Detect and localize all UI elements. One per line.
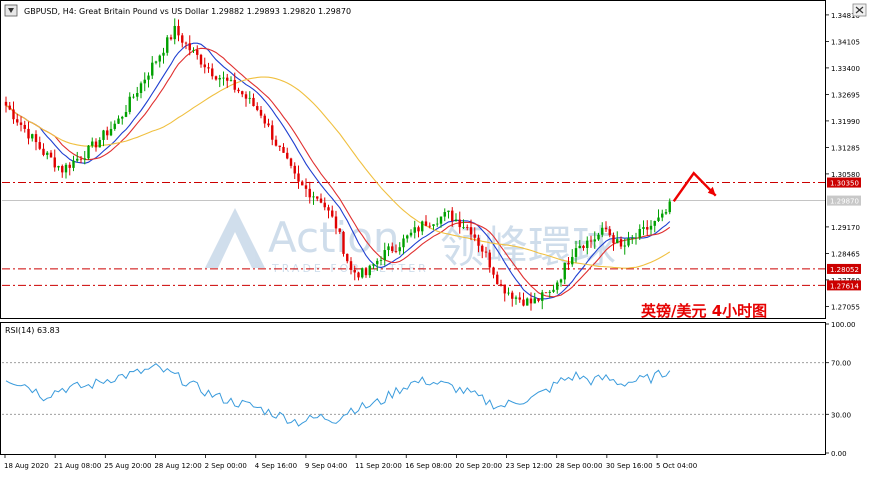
- price-tick-label: 1.33400: [831, 65, 860, 73]
- time-tick-label: 4 Sep 16:00: [255, 462, 297, 470]
- symbol-title: GBPUSD, H4: Great Britain Pound vs US Do…: [24, 7, 351, 16]
- price-tick-label: 1.31285: [831, 144, 860, 152]
- time-tick-label: 16 Sep 08:00: [405, 462, 452, 470]
- rsi-panel-frame: [0, 322, 826, 455]
- level-price-label: 1.30350: [830, 180, 859, 188]
- price-tick-label: 1.31990: [831, 118, 860, 126]
- watermark-brand-en: Action: [268, 213, 400, 262]
- level-price-label: 1.27614: [830, 282, 859, 290]
- time-tick-label: 18 Aug 2020: [4, 462, 49, 470]
- rsi-panel-title: RSI(14) 63.83: [5, 326, 60, 335]
- time-tick-label: 25 Aug 20:00: [104, 462, 151, 470]
- chart-annotation-title: 英镑/美元 4小时图: [641, 302, 767, 320]
- price-tick-label: 1.34105: [831, 38, 860, 46]
- time-tick-label: 5 Oct 04:00: [656, 462, 697, 470]
- price-axis: 1.348101.341051.334001.326951.319901.312…: [825, 12, 861, 311]
- current-price-label: 1.29870: [830, 198, 859, 206]
- time-tick-label: 21 Aug 08:00: [54, 462, 101, 470]
- time-tick-label: 28 Aug 12:00: [154, 462, 201, 470]
- level-price-label: 1.28052: [830, 266, 859, 274]
- time-tick-label: 28 Sep 00:00: [556, 462, 603, 470]
- chart-close-button[interactable]: [852, 3, 867, 17]
- time-tick-label: 23 Sep 12:00: [506, 462, 553, 470]
- rsi-tick-label: 0.00: [831, 450, 847, 458]
- chart-svg: Action TRADE FOR BETTER 领峰環球 1.348101.34…: [0, 0, 867, 470]
- time-tick-label: 30 Sep 16:00: [606, 462, 653, 470]
- candle: [342, 230, 345, 257]
- time-tick-label: 9 Sep 04:00: [305, 462, 347, 470]
- candle: [361, 267, 364, 279]
- price-tick-label: 1.29170: [831, 224, 860, 232]
- rsi-tick-label: 30.00: [831, 411, 851, 419]
- chart-window: Action TRADE FOR BETTER 领峰環球 1.34810 1.34…: [0, 0, 870, 474]
- time-tick-label: 11 Sep 20:00: [355, 462, 402, 470]
- time-tick-label: 20 Sep 20:00: [455, 462, 502, 470]
- price-tick-label: 1.32695: [831, 91, 860, 99]
- rsi-tick-label: 100.00: [831, 321, 856, 329]
- candle: [544, 292, 548, 294]
- rsi-axis: 100.00 70.00 30.00 0.00: [825, 321, 856, 458]
- candle: [87, 144, 90, 160]
- price-tick-label: 1.27055: [831, 303, 860, 311]
- candle: [526, 297, 529, 306]
- time-axis: 18 Aug 2020 21 Aug 08:00 25 Aug 20:00 28 Au…: [4, 454, 697, 470]
- time-tick-label: 2 Sep 00:00: [205, 462, 247, 470]
- price-tick-label: 1.28465: [831, 250, 860, 258]
- rsi-tick-label: 70.00: [831, 360, 851, 368]
- candle: [166, 35, 169, 56]
